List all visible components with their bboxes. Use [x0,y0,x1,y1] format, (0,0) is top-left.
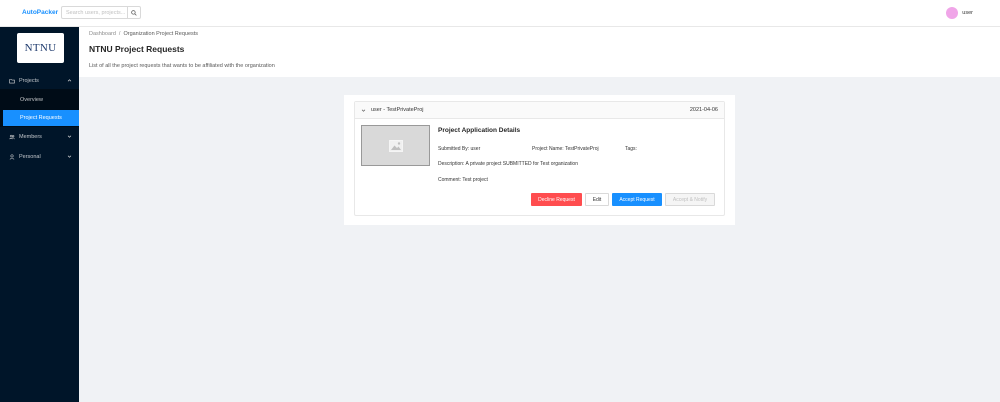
avatar[interactable] [946,7,959,19]
project-name-field: Project Name: TestPrivateProj [532,146,599,152]
request-title: user - TestPrivateProj [371,107,424,113]
search-box [61,6,141,19]
user-icon [9,153,15,160]
comment-field: Comment: Test project [438,177,488,183]
tags-label: Tags: [625,146,637,152]
image-icon [388,139,403,152]
chevron-down-icon [67,154,72,159]
team-icon [9,134,15,140]
page-header: Dashboard / Organization Project Requests … [79,27,1000,77]
top-header: AutoPacker user [0,0,1000,27]
description-value: A private project SUBMITTED for Test org… [465,161,578,167]
breadcrumb-dashboard[interactable]: Dashboard [89,31,116,37]
decline-request-button[interactable]: Decline Request [531,193,582,206]
project-name-label: Project Name: [532,146,564,152]
sidebar: NTNU Projects Overview Project Requests … [0,27,79,402]
folder-icon [9,78,15,84]
sidebar-item-label: Project Requests [20,115,62,121]
user-menu[interactable]: user [946,7,973,19]
page-title: NTNU Project Requests [89,44,185,54]
project-name-value: TestPrivateProj [565,146,599,152]
search-button[interactable] [127,7,140,18]
sidebar-item-members[interactable]: Members [0,128,79,145]
chevron-down-icon [67,134,72,139]
request-date: 2021-04-06 [689,107,718,113]
request-panel: user - TestPrivateProj 2021-04-06 Projec… [354,101,725,216]
sidebar-item-overview[interactable]: Overview [0,92,79,108]
submitted-by-value: user [470,146,481,152]
submitted-by-label: Submitted By: [438,146,470,152]
description-label: Description: [438,161,465,167]
details-title: Project Application Details [438,127,521,134]
project-image-placeholder [361,125,430,166]
comment-label: Comment: [438,177,462,183]
user-name[interactable]: user [962,10,973,16]
sidebar-item-projects[interactable]: Projects [0,72,79,89]
tags-field: Tags: [625,146,637,152]
search-input[interactable] [62,7,127,18]
breadcrumb: Dashboard / Organization Project Requests [89,31,198,37]
page-description: List of all the project requests that wa… [89,63,275,69]
accept-request-button[interactable]: Accept Request [612,193,662,206]
sidebar-item-label: Members [19,133,42,140]
breadcrumb-separator: / [118,31,121,37]
comment-value: Test project [462,177,488,183]
brand-logo[interactable]: AutoPacker [22,9,58,16]
organization-logo-text: NTNU [24,42,57,54]
sidebar-item-label: Personal [19,153,41,160]
description-field: Description: A private project SUBMITTED… [438,161,578,167]
chevron-down-icon[interactable] [361,108,366,113]
search-icon [131,9,137,16]
organization-logo: NTNU [17,33,64,63]
sidebar-item-label: Overview [20,97,43,103]
sidebar-item-label: Projects [19,77,39,84]
chevron-up-icon [67,78,72,83]
request-card: user - TestPrivateProj 2021-04-06 Projec… [344,95,735,225]
accept-notify-button[interactable]: Accept & Notify [665,193,715,206]
submitted-by-field: Submitted By: user [438,146,480,152]
breadcrumb-current: Organization Project Requests [123,31,199,37]
edit-button[interactable]: Edit [585,193,609,206]
request-panel-header[interactable]: user - TestPrivateProj 2021-04-06 [355,102,724,119]
sidebar-item-project-requests[interactable]: Project Requests [3,110,79,126]
sidebar-item-personal[interactable]: Personal [0,148,79,165]
